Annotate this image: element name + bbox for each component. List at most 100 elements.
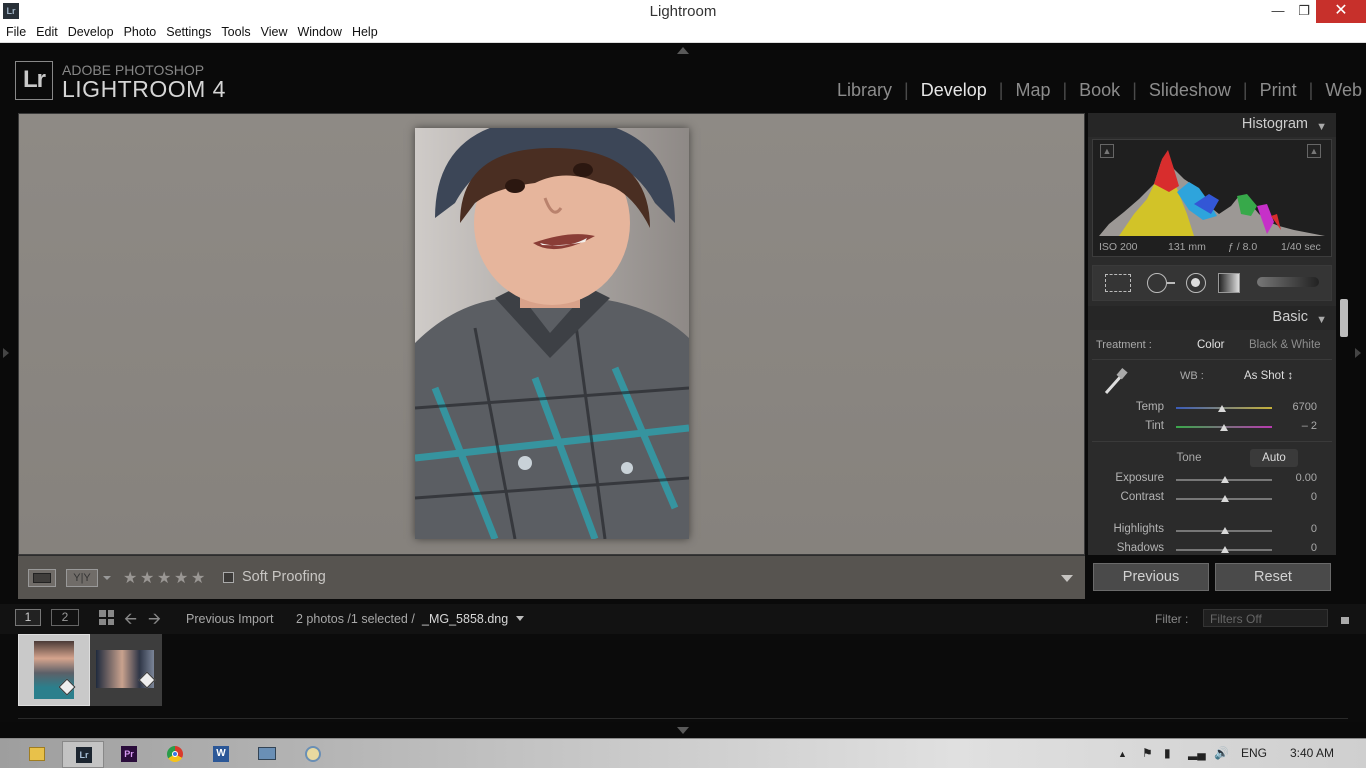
basic-header[interactable]: Basic ▼ (1088, 306, 1336, 330)
module-web[interactable]: Web (1325, 80, 1362, 101)
remote-desktop-icon[interactable] (246, 741, 288, 768)
auto-tone-button[interactable]: Auto (1250, 449, 1298, 467)
highlights-slider-thumb[interactable] (1221, 527, 1229, 534)
module-library[interactable]: Library (837, 80, 892, 101)
main-window-button[interactable]: 1 (15, 609, 41, 626)
tray-overflow-icon[interactable]: ▲ (1118, 749, 1127, 759)
module-print[interactable]: Print (1260, 80, 1297, 101)
brand-line2: LIGHTROOM 4 (62, 76, 226, 102)
filter-dropdown[interactable]: Filters Off (1203, 609, 1328, 627)
word-icon[interactable]: W (200, 741, 242, 768)
grid-view-icon[interactable] (99, 610, 114, 625)
module-develop[interactable]: Develop (921, 80, 987, 101)
treatment-bw-option[interactable]: Black & White (1249, 339, 1321, 351)
collapse-triangle-icon[interactable]: ▼ (1316, 116, 1327, 138)
star-rating-5[interactable]: ★ (191, 568, 205, 588)
collapse-right-panel-icon[interactable] (1355, 348, 1361, 358)
forward-arrow-icon[interactable]: 🡪 (148, 608, 161, 635)
menu-edit[interactable]: Edit (32, 23, 62, 39)
adjustment-brush-icon[interactable] (1257, 277, 1319, 287)
wb-dropdown[interactable]: As Shot ↕ (1244, 370, 1293, 382)
reset-button[interactable]: Reset (1215, 563, 1331, 591)
before-after-button[interactable]: Y|Y (66, 569, 98, 587)
collapse-top-panel-icon[interactable] (677, 47, 689, 54)
filmstrip-thumbnail[interactable] (90, 634, 162, 706)
highlights-value[interactable]: 0 (1277, 523, 1317, 535)
menu-file[interactable]: File (2, 23, 30, 39)
shadows-slider-thumb[interactable] (1221, 546, 1229, 553)
previous-button[interactable]: Previous (1093, 563, 1209, 591)
highlights-label: Highlights (1113, 523, 1165, 535)
module-book[interactable]: Book (1079, 80, 1120, 101)
focal-length-readout: 131 mm (1168, 241, 1206, 253)
chrome-icon[interactable] (154, 741, 196, 768)
menu-view[interactable]: View (257, 23, 292, 39)
right-panel-scrollbar[interactable] (1340, 299, 1348, 337)
white-balance-eyedropper-icon[interactable] (1100, 367, 1130, 397)
develop-tool-strip (1092, 265, 1332, 301)
lightroom-logo: Lr (15, 61, 53, 100)
collapse-triangle-icon[interactable]: ▼ (1316, 309, 1327, 331)
exposure-value[interactable]: 0.00 (1277, 472, 1317, 484)
network-icon[interactable]: ▂▄ (1188, 746, 1206, 760)
graduated-filter-icon[interactable] (1218, 273, 1240, 293)
battery-icon[interactable]: ▮ (1164, 746, 1171, 760)
histogram[interactable]: ▲ ▲ ISO 200 131 mm ƒ / 8.0 1/40 sec (1092, 139, 1332, 257)
contrast-value[interactable]: 0 (1277, 491, 1317, 503)
treatment-label: Treatment : (1096, 339, 1152, 351)
expand-left-panel-icon[interactable] (3, 348, 9, 358)
file-explorer-icon[interactable] (16, 741, 58, 768)
module-separator: | (1242, 80, 1248, 100)
menu-bar: File Edit Develop Photo Settings Tools View Win… (0, 23, 1366, 43)
loupe-view-button[interactable] (28, 569, 56, 587)
menu-develop[interactable]: Develop (64, 23, 118, 39)
exposure-label: Exposure (1115, 472, 1164, 484)
menu-window[interactable]: Window (293, 23, 345, 39)
source-label[interactable]: Previous Import (186, 612, 274, 626)
crop-overlay-icon[interactable] (1105, 274, 1131, 292)
tint-slider-thumb[interactable] (1220, 424, 1228, 431)
premiere-icon[interactable]: Pr (108, 741, 150, 768)
shadows-value[interactable]: 0 (1277, 542, 1317, 554)
temp-value[interactable]: 6700 (1277, 401, 1317, 413)
lightroom-taskbar-icon[interactable]: Lr (62, 741, 104, 768)
star-rating-3[interactable]: ★ (157, 568, 171, 588)
module-slideshow[interactable]: Slideshow (1149, 80, 1231, 101)
language-indicator[interactable]: ENG (1241, 746, 1267, 760)
star-rating-4[interactable]: ★ (174, 568, 188, 588)
menu-photo[interactable]: Photo (120, 23, 161, 39)
tint-value[interactable]: – 2 (1277, 420, 1317, 432)
menu-help[interactable]: Help (348, 23, 382, 39)
soft-proofing-checkbox[interactable] (223, 572, 234, 583)
contrast-slider-thumb[interactable] (1221, 495, 1229, 502)
volume-icon[interactable]: 🔊 (1214, 746, 1229, 760)
chevron-down-icon[interactable] (516, 616, 524, 621)
star-rating-1[interactable]: ★ (123, 568, 137, 588)
spot-removal-icon[interactable] (1147, 273, 1167, 293)
back-arrow-icon[interactable]: 🡨 (124, 608, 137, 635)
app-icon[interactable] (292, 741, 334, 768)
star-rating-2[interactable]: ★ (140, 568, 154, 588)
windows-taskbar: Lr Pr W ▲ ⚑ ▮ ▂▄ 🔊 ENG 3:40 AM (0, 738, 1366, 768)
wb-label: WB : (1180, 370, 1204, 382)
temp-slider-thumb[interactable] (1218, 405, 1226, 412)
close-button[interactable]: ✕ (1316, 0, 1366, 23)
filter-lock-icon[interactable] (1341, 617, 1349, 624)
filmstrip-thumbnail-selected[interactable] (18, 634, 90, 706)
window-title: Lightroom (649, 3, 717, 20)
filename-label[interactable]: _MG_5858.dng (422, 612, 508, 626)
treatment-color-option[interactable]: Color (1197, 339, 1224, 351)
second-window-button[interactable]: 2 (51, 609, 79, 626)
toolbar-options-chevron-icon[interactable] (1061, 575, 1073, 582)
histogram-header[interactable]: Histogram ▼ (1088, 113, 1336, 137)
chevron-down-icon[interactable] (103, 576, 111, 580)
menu-tools[interactable]: Tools (217, 23, 254, 39)
menu-settings[interactable]: Settings (162, 23, 215, 39)
collapse-filmstrip-icon[interactable] (677, 727, 689, 734)
exposure-slider-thumb[interactable] (1221, 476, 1229, 483)
loupe-view[interactable] (18, 113, 1085, 555)
red-eye-icon[interactable] (1186, 273, 1206, 293)
action-center-icon[interactable]: ⚑ (1142, 746, 1153, 760)
module-map[interactable]: Map (1015, 80, 1050, 101)
clock[interactable]: 3:40 AM (1290, 746, 1334, 760)
